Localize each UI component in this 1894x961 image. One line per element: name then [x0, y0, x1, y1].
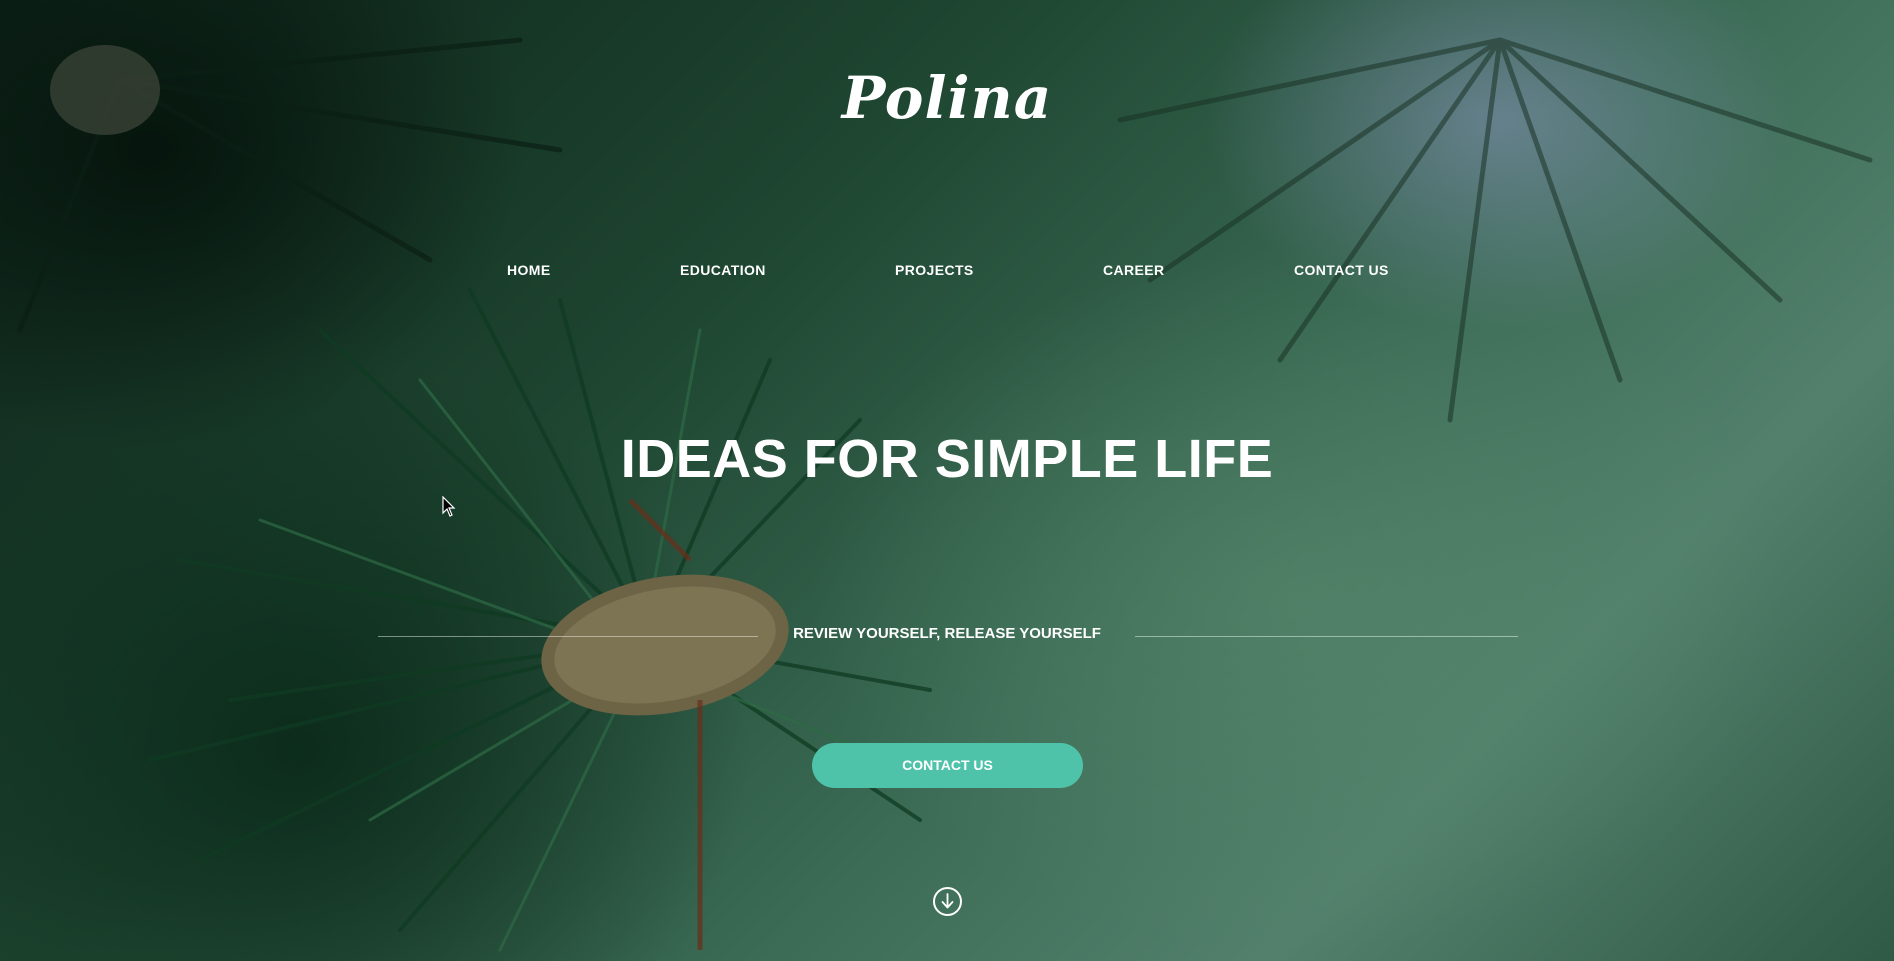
- main-nav: HOME EDUCATION PROJECTS CAREER CONTACT U…: [0, 262, 1894, 282]
- contact-us-button[interactable]: CONTACT US: [812, 743, 1083, 788]
- nav-item-home[interactable]: HOME: [507, 262, 551, 278]
- tagline-row: REVIEW YOURSELF, RELEASE YOURSELF: [0, 625, 1894, 645]
- mouse-cursor-icon: [442, 496, 456, 517]
- tagline-divider-right: [1135, 636, 1518, 637]
- hero-tagline: REVIEW YOURSELF, RELEASE YOURSELF: [793, 625, 1101, 642]
- nav-item-education[interactable]: EDUCATION: [680, 262, 766, 278]
- nav-item-projects[interactable]: PROJECTS: [895, 262, 974, 278]
- site-logo[interactable]: Polina: [0, 64, 1894, 132]
- hero-section: Polina HOME EDUCATION PROJECTS CAREER CO…: [0, 0, 1894, 961]
- nav-item-career[interactable]: CAREER: [1103, 262, 1165, 278]
- nav-item-contact-us[interactable]: CONTACT US: [1294, 262, 1389, 278]
- hero-headline: IDEAS FOR SIMPLE LIFE: [620, 429, 1274, 489]
- scroll-down-button[interactable]: [933, 887, 962, 916]
- arrow-down-icon: [941, 893, 954, 909]
